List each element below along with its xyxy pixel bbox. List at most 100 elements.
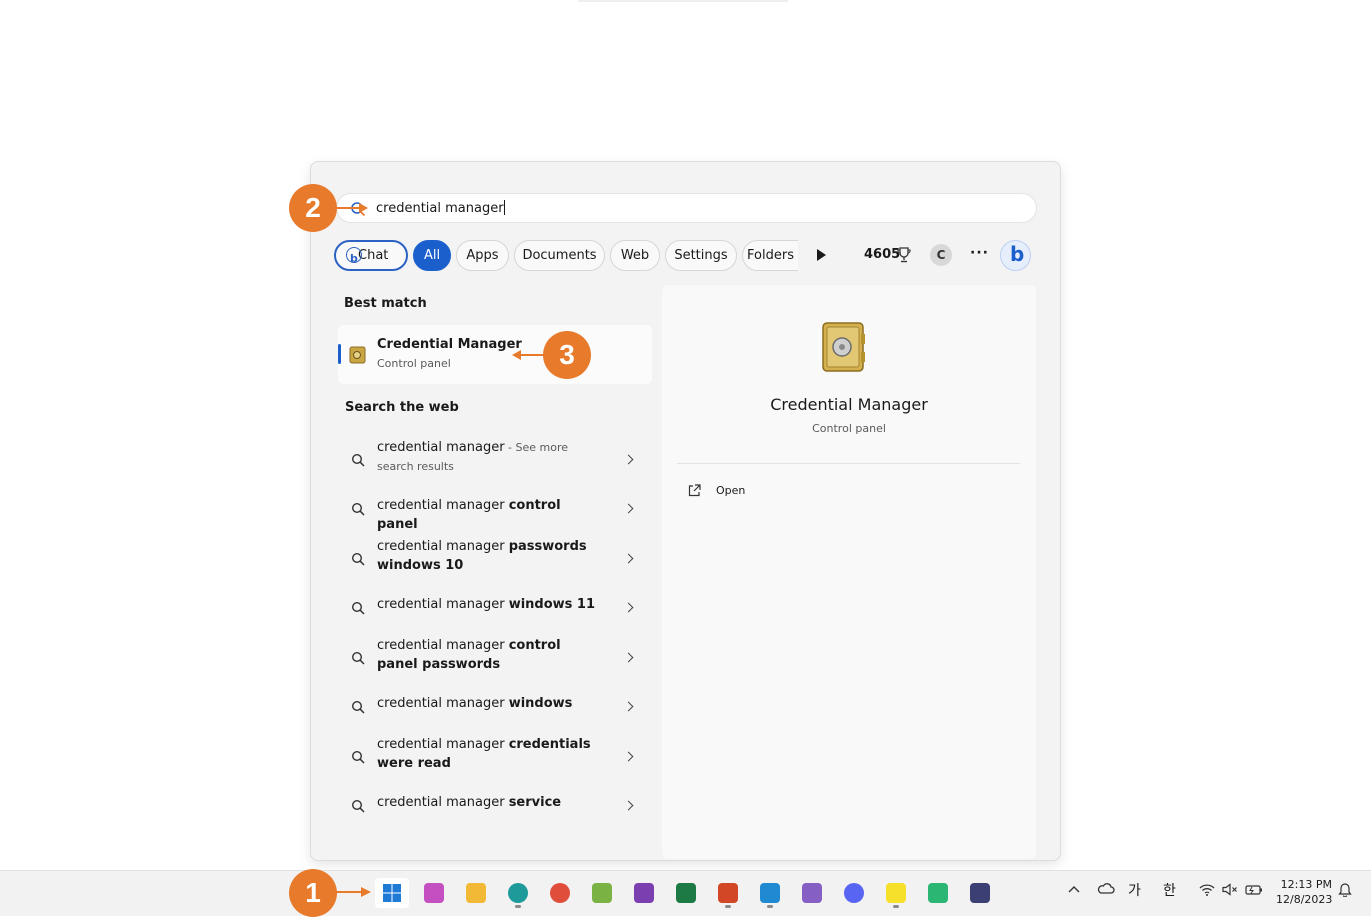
taskbar-visual-studio-button[interactable]: [795, 878, 829, 908]
taskbar-onenote-button[interactable]: [627, 878, 661, 908]
web-result-item[interactable]: credential manager service: [338, 793, 652, 813]
web-result-item[interactable]: credential manager credentials were read: [338, 735, 652, 773]
chevron-right-icon: [623, 751, 634, 762]
filter-settings-label: Settings: [674, 248, 728, 263]
ime-indicator-a[interactable]: 가: [1128, 880, 1141, 900]
snipping-icon: [928, 883, 948, 903]
taskbar-notepad-plus-button[interactable]: [585, 878, 619, 908]
running-indicator: [893, 905, 899, 908]
chevron-right-icon: [623, 503, 634, 513]
running-indicator: [725, 905, 731, 908]
taskbar-snipping-button[interactable]: [921, 878, 955, 908]
filter-folders[interactable]: Folders: [742, 240, 798, 271]
best-match-result[interactable]: Credential Manager Control panel: [338, 325, 652, 384]
discord-icon: [844, 883, 864, 903]
taskbar-kakaotalk-button[interactable]: [879, 878, 913, 908]
best-match-title: Credential Manager: [377, 337, 522, 352]
search-icon: [351, 700, 365, 714]
bing-icon[interactable]: [1000, 240, 1031, 271]
copilot-pre-icon: [424, 883, 444, 903]
taskbar-powerpoint-button[interactable]: [711, 878, 745, 908]
taskbar-discord-button[interactable]: [837, 878, 871, 908]
open-action[interactable]: Open: [682, 483, 882, 503]
web-result-plain: credential manager: [377, 539, 509, 554]
web-result-text: credential manager passwords windows 10: [377, 537, 597, 575]
web-result-text: credential manager service: [377, 793, 597, 812]
search-icon: [351, 750, 365, 764]
text-caret: [503, 200, 505, 215]
web-result-plain: credential manager: [377, 638, 509, 653]
filter-all[interactable]: All: [413, 240, 451, 271]
rewards-points[interactable]: 4605: [864, 247, 900, 262]
web-result-text: credential manager control panel passwor…: [377, 636, 597, 674]
search-web-heading: Search the web: [345, 400, 459, 415]
chevron-right-icon: [623, 800, 634, 810]
open-label: Open: [716, 484, 746, 497]
edge-icon: [508, 883, 528, 903]
filter-apps[interactable]: Apps: [456, 240, 509, 271]
wifi-icon[interactable]: [1199, 883, 1215, 900]
taskbar-vscode-button[interactable]: [753, 878, 787, 908]
callout-3-arrow: [512, 350, 545, 360]
web-result-item[interactable]: credential manager windows: [338, 694, 652, 714]
callout-2-arrow: [337, 203, 368, 213]
filter-documents-label: Documents: [522, 248, 597, 263]
best-match-heading: Best match: [344, 296, 427, 311]
kakaotalk-icon: [886, 883, 906, 903]
callout-3: 3: [543, 331, 591, 379]
ime-indicator-b[interactable]: 한: [1163, 880, 1176, 900]
filter-settings[interactable]: Settings: [665, 240, 737, 271]
filter-chat[interactable]: Chat: [334, 240, 408, 272]
window-edge: [578, 0, 788, 2]
more-filters-icon[interactable]: [817, 249, 826, 261]
filter-chat-label: Chat: [358, 248, 389, 263]
filter-apps-label: Apps: [466, 248, 499, 263]
notification-bell-icon[interactable]: [1338, 882, 1352, 901]
running-indicator: [515, 905, 521, 908]
detail-title: Credential Manager: [770, 395, 928, 414]
taskbar-chrome-button[interactable]: [543, 878, 577, 908]
search-icon: [351, 799, 365, 813]
filter-documents[interactable]: Documents: [514, 240, 605, 271]
taskbar-app-window-button[interactable]: [963, 878, 997, 908]
chevron-right-icon: [623, 454, 634, 465]
search-input[interactable]: credential manager: [376, 200, 505, 216]
powerpoint-icon: [718, 883, 738, 903]
taskbar-file-explorer-button[interactable]: [459, 878, 493, 908]
web-result-item[interactable]: credential manager windows 11: [338, 595, 652, 615]
onedrive-cloud-icon[interactable]: [1097, 882, 1115, 898]
web-result-item[interactable]: credential manager passwords windows 10: [338, 537, 652, 575]
tray-overflow-chevron-icon[interactable]: [1068, 882, 1080, 898]
search-box[interactable]: credential manager: [336, 193, 1037, 223]
web-result-plain: credential manager: [377, 597, 509, 612]
search-icon: [351, 502, 365, 516]
web-result-item[interactable]: credential manager - See more search res…: [338, 438, 652, 476]
desktop: credential manager Chat All Apps Documen…: [0, 0, 1371, 923]
chevron-right-icon: [623, 553, 634, 564]
web-result-item[interactable]: credential manager control panel passwor…: [338, 636, 652, 674]
trophy-icon: [897, 247, 911, 263]
taskbar-start-button[interactable]: [375, 878, 409, 908]
battery-icon[interactable]: [1245, 884, 1263, 900]
callout-1-arrow: [336, 887, 371, 897]
filter-web[interactable]: Web: [610, 240, 660, 271]
web-result-plain: credential manager: [377, 696, 509, 711]
clock[interactable]: 12:13 PM 12/8/2023: [1276, 877, 1332, 907]
more-options-icon[interactable]: ···: [970, 245, 989, 261]
taskbar-excel-button[interactable]: [669, 878, 703, 908]
web-result-bold: windows 11: [508, 597, 596, 612]
best-match-subtitle: Control panel: [377, 357, 451, 370]
web-result-text: credential manager windows: [377, 694, 597, 713]
taskbar-copilot-pre-button[interactable]: [417, 878, 451, 908]
app-window-icon: [970, 883, 990, 903]
file-explorer-icon: [466, 883, 486, 903]
visual-studio-icon: [802, 883, 822, 903]
taskbar-edge-button[interactable]: [501, 878, 535, 908]
running-indicator: [767, 905, 773, 908]
chevron-right-icon: [623, 701, 634, 711]
web-result-item[interactable]: credential manager control panel: [338, 496, 652, 532]
speaker-muted-icon[interactable]: [1222, 883, 1238, 900]
clock-date: 12/8/2023: [1276, 893, 1333, 906]
account-avatar[interactable]: C: [930, 244, 952, 266]
search-icon: [351, 601, 365, 615]
